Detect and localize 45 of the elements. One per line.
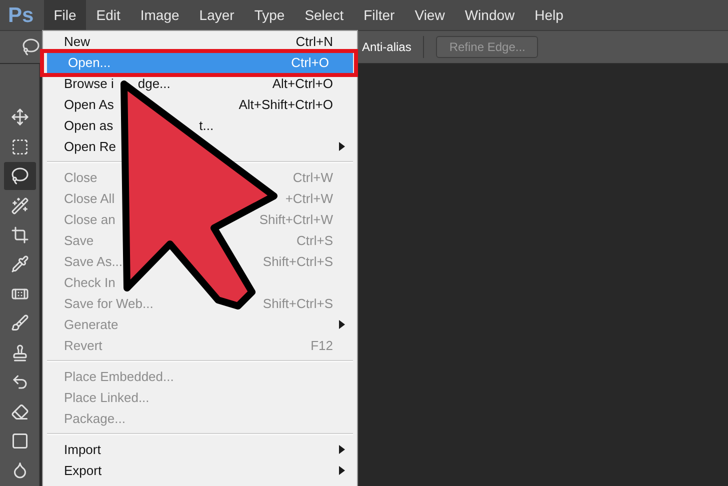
- menu-entry[interactable]: Browse i: [64, 76, 114, 91]
- anti-alias-label: Anti-alias: [362, 39, 412, 56]
- shortcut-label: Alt+Shift+Ctrl+O: [238, 97, 333, 112]
- stamp-icon: [10, 344, 28, 362]
- menu-entry-fragment: t...: [199, 118, 214, 133]
- menu-item[interactable]: Filter: [354, 0, 405, 30]
- menu-item[interactable]: Select: [294, 0, 354, 30]
- shortcut-label: +Ctrl+W: [285, 191, 333, 206]
- marquee-icon: [10, 138, 28, 156]
- shortcut-label: Ctrl+N: [296, 34, 333, 49]
- pipette-icon: [10, 255, 28, 274]
- menu-item[interactable]: Edit: [86, 0, 130, 30]
- menu-entry[interactable]: New: [64, 34, 90, 49]
- menu-item[interactable]: Type: [244, 0, 295, 30]
- menu-item[interactable]: Help: [524, 0, 574, 30]
- lasso-icon: [10, 167, 28, 186]
- menu-item[interactable]: Window: [454, 0, 525, 30]
- menu-item[interactable]: File: [44, 0, 86, 30]
- shortcut-label: F12: [310, 338, 333, 353]
- shortcut-label: Shift+Ctrl+S: [262, 254, 333, 269]
- wand-icon: [10, 196, 28, 215]
- shortcut-label: Ctrl+O: [291, 55, 329, 70]
- menu-entry[interactable]: Export: [64, 463, 102, 478]
- lasso-icon[interactable]: [22, 38, 40, 56]
- gradient-icon: [10, 432, 28, 450]
- move-icon: [10, 108, 28, 126]
- menu-entry[interactable]: Open Re: [64, 139, 116, 154]
- shortcut-label: Shift+Ctrl+W: [259, 212, 333, 227]
- menu-item[interactable]: Layer: [189, 0, 244, 30]
- menu-entry-fragment: dge...: [138, 76, 170, 91]
- eraser-icon: [10, 402, 28, 421]
- menu-entry[interactable]: Import: [64, 442, 101, 457]
- menu-item[interactable]: View: [404, 0, 455, 30]
- app-logo: Ps: [8, 4, 34, 26]
- brush-icon: [10, 314, 28, 332]
- menu-entry[interactable]: Open As: [64, 97, 114, 112]
- shortcut-label: Ctrl+W: [292, 170, 333, 185]
- menu-item[interactable]: Image: [130, 0, 190, 30]
- crop-icon: [10, 226, 28, 244]
- shortcut-label: Alt+Ctrl+O: [272, 76, 333, 91]
- menu-entry[interactable]: Open as: [64, 118, 114, 133]
- shortcut-label: Shift+Ctrl+S: [262, 296, 333, 311]
- tool-button[interactable]: [4, 162, 36, 190]
- shortcut-label: Ctrl+S: [296, 233, 333, 248]
- history-brush-icon: [10, 373, 28, 392]
